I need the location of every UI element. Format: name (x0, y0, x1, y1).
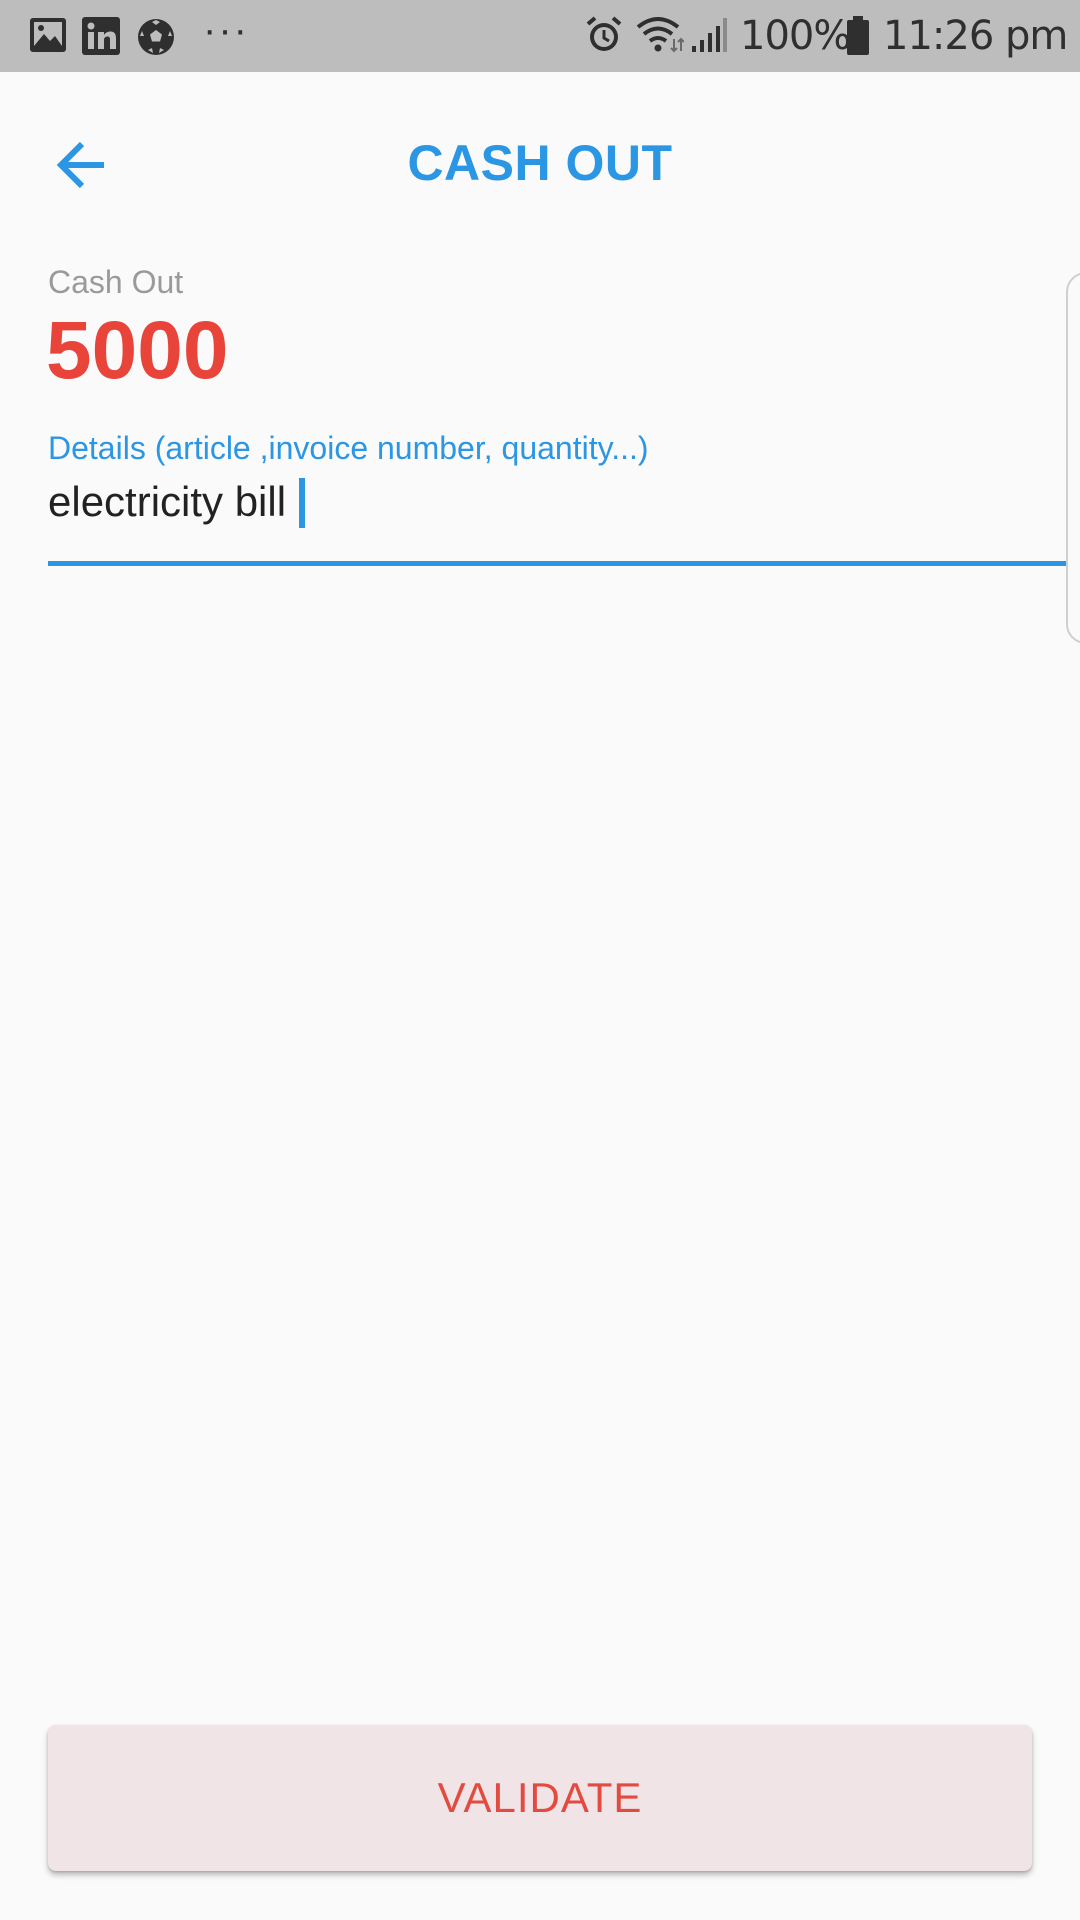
side-panel-edge (1066, 272, 1080, 644)
soccer-ball-icon (136, 17, 176, 62)
details-label: Details (article ,invoice number, quanti… (48, 430, 649, 466)
battery-icon (846, 16, 870, 61)
gallery-icon (29, 17, 67, 58)
text-cursor (299, 478, 305, 528)
page-title: CASH OUT (407, 135, 673, 191)
status-time: 11:26 pm (883, 13, 1068, 59)
details-underline (48, 561, 1080, 566)
status-bar: ··· 100% 11:26 pm (0, 0, 1080, 72)
wifi-icon (636, 15, 685, 60)
more-notifications-indicator: ··· (203, 8, 249, 52)
amount-value: 5000 (46, 305, 229, 396)
battery-percent: 100% (740, 13, 851, 59)
amount-label: Cash Out (48, 264, 184, 300)
validate-button[interactable]: VALIDATE (48, 1725, 1032, 1871)
details-input[interactable]: electricity bill (48, 476, 286, 528)
signal-icon (690, 16, 728, 59)
linkedin-icon (82, 17, 120, 60)
alarm-icon (585, 15, 623, 60)
